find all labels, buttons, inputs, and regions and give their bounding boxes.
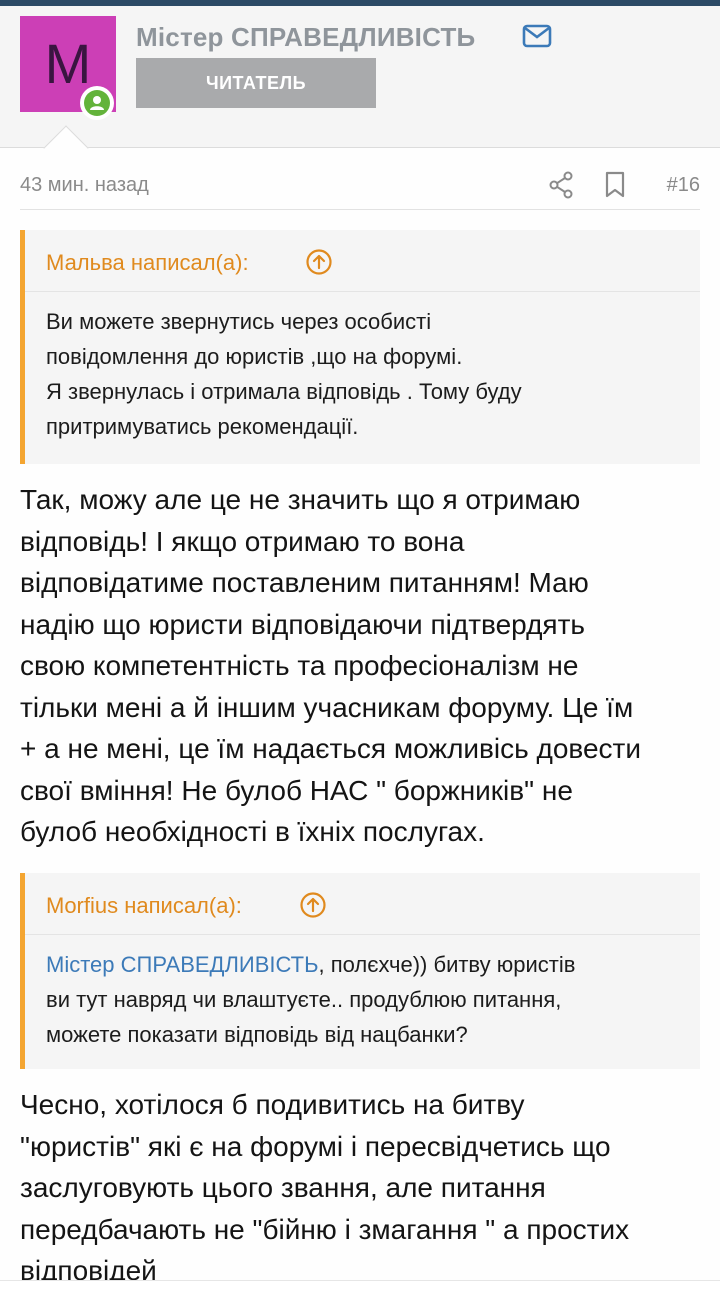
quote-block: Morfius написал(а): Містер СПРАВЕДЛИВІСТ… (20, 873, 700, 1069)
post-line: + а не мені, це їм надається можливісь д… (20, 733, 642, 764)
post-meta: 43 мин. назад #16 (20, 164, 700, 210)
post-line: надію що юристи відповідаючи підтвердять (20, 608, 585, 640)
post-body: Чесно, хотілося б подивитись на битву "ю… (20, 1084, 700, 1292)
post-line: свою компетентність та професіоналізм не (20, 650, 579, 681)
quote-line: Ви можете звернутись через особисті (46, 309, 432, 334)
envelope-icon[interactable] (522, 24, 552, 48)
post-line: булоб необхідності в їхніх послугах. (20, 816, 485, 847)
jump-to-quote-icon[interactable] (305, 248, 333, 276)
role-badge: ЧИТАТЕЛЬ (136, 58, 376, 108)
quote-author[interactable]: Morfius написал(а): (46, 893, 242, 919)
post-line: Так, можу але це не значить що я отримаю (20, 484, 581, 515)
quote-author[interactable]: Мальва написал(а): (46, 250, 249, 276)
post-number[interactable]: #16 (667, 174, 700, 197)
bottom-bar (0, 1280, 720, 1296)
post-line: заслуговують цього звання, але питання (20, 1172, 546, 1203)
user-online-icon (80, 86, 114, 120)
post-line: тільки мені а й іншим учасникам форуму. … (20, 691, 634, 723)
avatar-letter: M (44, 32, 92, 95)
quote-block: Мальва написал(а): Ви можете звернутись … (20, 230, 700, 464)
post-line: передбачають не "бійню і змагання " а пр… (20, 1213, 630, 1245)
quote-line: ви тут навряд чи влаштуєте.. продублюю п… (46, 987, 562, 1012)
quote-text: Містер СПРАВЕДЛИВІСТЬ, полєхче)) битву ю… (25, 935, 700, 1068)
username[interactable]: Містер СПРАВЕДЛИВІСТЬ (136, 22, 475, 53)
user-mention-link[interactable]: Містер СПРАВЕДЛИВІСТЬ (46, 952, 319, 977)
post-line: Чесно, хотілося б подивитись на битву (20, 1089, 525, 1120)
quote-line-rest: , полєхче)) битву юристів (318, 952, 576, 977)
jump-to-quote-icon[interactable] (299, 891, 327, 919)
quote-text: Ви можете звернутись через особисті пові… (25, 292, 700, 460)
post-line: відповідь! І якщо отримаю то вона (20, 525, 465, 557)
quote-header: Мальва написал(а): (25, 230, 700, 292)
quote-header: Morfius написал(а): (25, 873, 700, 935)
post-body: Так, можу але це не значить що я отримаю… (20, 479, 700, 853)
bookmark-icon[interactable] (604, 171, 626, 199)
quote-line: повідомлення до юристів ,що на форумі. (46, 344, 463, 369)
quote-line: притримуватись рекомендації. (46, 414, 359, 439)
post-timestamp[interactable]: 43 мин. назад (20, 174, 149, 197)
share-icon[interactable] (548, 171, 574, 199)
quote-line: Я звернулась і отримала відповідь . Тому… (46, 379, 522, 404)
quote-line: Містер СПРАВЕДЛИВІСТЬ, полєхче)) битву ю… (46, 947, 682, 982)
post-line: "юристів" які є на форумі і пересвідчети… (20, 1130, 611, 1162)
user-header: M Містер СПРАВЕДЛИВІСТЬ ЧИТАТЕЛЬ (0, 6, 720, 171)
quote-line: можете показати відповідь від нацбанки? (46, 1022, 468, 1047)
post-line: свої вміння! Не булоб НАС " боржників" н… (20, 774, 573, 806)
post-line: відповідатиме поставленим питанням! Маю (20, 567, 589, 598)
